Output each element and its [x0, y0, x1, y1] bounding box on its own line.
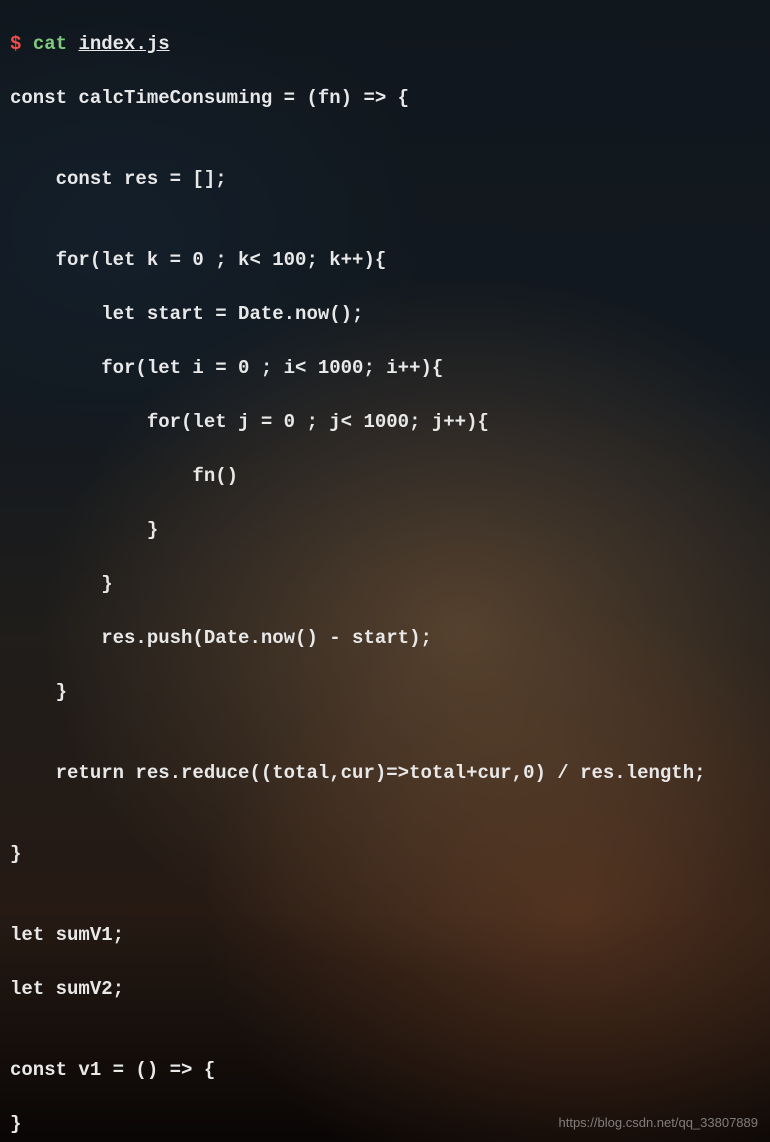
- code-line: const res = [];: [10, 166, 760, 193]
- command-cat: cat: [33, 33, 67, 55]
- code-line: let start = Date.now();: [10, 301, 760, 328]
- code-line: const v1 = () => {: [10, 1057, 760, 1084]
- code-line: for(let i = 0 ; i< 1000; i++){: [10, 355, 760, 382]
- code-line: const calcTimeConsuming = (fn) => {: [10, 85, 760, 112]
- code-line: let sumV1;: [10, 922, 760, 949]
- code-line: let sumV2;: [10, 976, 760, 1003]
- terminal[interactable]: $ cat index.js const calcTimeConsuming =…: [0, 0, 770, 1142]
- code-line: }: [10, 679, 760, 706]
- code-line: }: [10, 841, 760, 868]
- prompt-dollar: $: [10, 33, 21, 55]
- code-line: return res.reduce((total,cur)=>total+cur…: [10, 760, 760, 787]
- command-line-1: $ cat index.js: [10, 31, 760, 58]
- code-line: for(let k = 0 ; k< 100; k++){: [10, 247, 760, 274]
- code-line: fn(): [10, 463, 760, 490]
- code-line: for(let j = 0 ; j< 1000; j++){: [10, 409, 760, 436]
- code-line: }: [10, 571, 760, 598]
- code-line: res.push(Date.now() - start);: [10, 625, 760, 652]
- arg-indexjs: index.js: [78, 33, 169, 55]
- code-line: }: [10, 517, 760, 544]
- watermark: https://blog.csdn.net/qq_33807889: [559, 1109, 759, 1136]
